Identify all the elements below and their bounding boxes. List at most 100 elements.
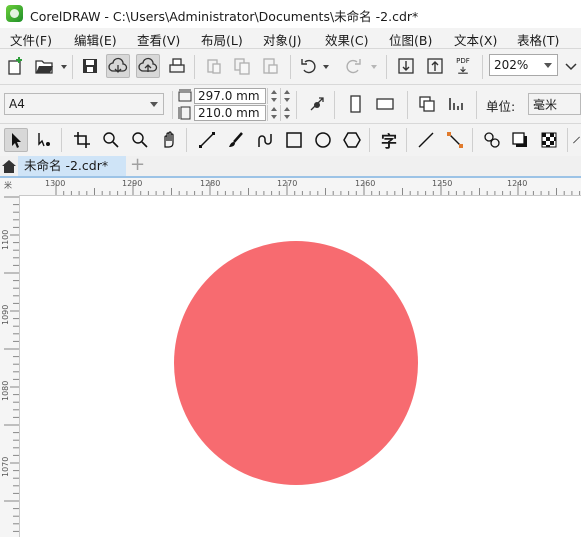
drawing-canvas[interactable] xyxy=(20,196,581,537)
ruler-tick-label: 1080 xyxy=(1,380,10,401)
standard-toolbar: PDF 202% xyxy=(0,48,581,84)
document-tab[interactable]: 未命名 -2.cdr* xyxy=(18,156,126,176)
menu-bitmaps[interactable]: 位图(B) xyxy=(389,30,432,49)
text-tool-icon[interactable]: 字 xyxy=(377,128,401,152)
add-tab-button[interactable]: + xyxy=(130,156,145,174)
units-combo[interactable]: 毫米 xyxy=(528,93,581,115)
height-spin-down-2[interactable] xyxy=(280,113,293,121)
ruler-corner[interactable]: 米 xyxy=(0,178,20,196)
zoom-level-combo[interactable]: 202% xyxy=(489,54,558,76)
ruler-tick-label: 1280 xyxy=(200,179,221,188)
import-icon[interactable] xyxy=(394,54,418,78)
new-document-icon[interactable] xyxy=(4,54,28,78)
menu-bar: 文件(F) 编辑(E) 查看(V) 布局(L) 对象(J) 效果(C) 位图(B… xyxy=(0,28,581,48)
menu-edit[interactable]: 编辑(E) xyxy=(74,30,117,49)
page-height-field[interactable]: 210.0 mm xyxy=(194,105,266,121)
width-spin-down[interactable] xyxy=(267,96,280,104)
chevron-down-icon[interactable] xyxy=(544,63,552,68)
menu-effects[interactable]: 效果(C) xyxy=(325,30,368,49)
window-title: CorelDRAW - C:\Users\Administrator\Docum… xyxy=(30,9,419,24)
zoom-out-icon[interactable] xyxy=(128,128,152,152)
landscape-icon[interactable] xyxy=(373,92,397,116)
horizontal-ruler[interactable]: 1300 1290 1280 1270 1260 1250 1240 xyxy=(19,178,581,196)
width-spin-down-2[interactable] xyxy=(280,96,293,104)
cloud-export-icon[interactable] xyxy=(136,54,160,78)
zoom-tool-icon[interactable] xyxy=(99,128,123,152)
ruler-tick-label: 1100 xyxy=(1,229,10,250)
export-icon[interactable] xyxy=(423,54,447,78)
menu-view[interactable]: 查看(V) xyxy=(137,30,180,49)
pan-tool-icon[interactable] xyxy=(157,128,181,152)
paste-icon[interactable] xyxy=(258,54,282,78)
ruler-tick-label: 1070 xyxy=(1,456,10,477)
document-tab-bar: 未命名 -2.cdr* + xyxy=(0,156,581,178)
page-size-value: A4 xyxy=(9,97,25,111)
more-tools-icon[interactable] xyxy=(572,128,581,152)
polygon-tool-icon[interactable] xyxy=(340,128,364,152)
ruler-unit-label: 米 xyxy=(4,181,12,190)
toolbox: 字 xyxy=(0,123,581,156)
menu-text[interactable]: 文本(X) xyxy=(454,30,497,49)
units-label: 单位: xyxy=(486,99,516,114)
cloud-import-icon[interactable] xyxy=(106,54,130,78)
redo-icon[interactable] xyxy=(341,54,365,78)
width-spin-up[interactable] xyxy=(267,88,280,96)
zoom-level-value: 202% xyxy=(494,58,529,72)
freehand-tool-icon[interactable] xyxy=(195,128,219,152)
ruler-tick-label: 1270 xyxy=(277,179,298,188)
portrait-icon[interactable] xyxy=(343,92,367,116)
coreldraw-logo-icon xyxy=(6,5,23,22)
ruler-tick-label: 1260 xyxy=(355,179,376,188)
menu-table[interactable]: 表格(T) xyxy=(517,30,559,49)
page-height-icon xyxy=(178,106,192,120)
undo-icon[interactable] xyxy=(297,54,321,78)
spiral-icon[interactable] xyxy=(253,128,277,152)
open-dropdown-arrow-icon[interactable] xyxy=(61,65,67,69)
all-pages-icon[interactable] xyxy=(415,92,439,116)
page-width-field[interactable]: 297.0 mm xyxy=(194,88,266,104)
open-folder-icon[interactable] xyxy=(32,54,56,78)
menu-layout[interactable]: 布局(L) xyxy=(201,30,243,49)
title-bar: CorelDRAW - C:\Users\Administrator\Docum… xyxy=(0,0,581,28)
menu-file[interactable]: 文件(F) xyxy=(10,30,52,49)
height-spin-up[interactable] xyxy=(267,105,280,113)
copy-icon[interactable] xyxy=(230,54,254,78)
ruler-tick-label: 1300 xyxy=(45,179,66,188)
shape-tool-icon[interactable] xyxy=(32,128,56,152)
height-spin-up-2[interactable] xyxy=(280,105,293,113)
zoom-to-page-icon[interactable] xyxy=(559,54,581,78)
print-icon[interactable] xyxy=(165,54,189,78)
circle-shape[interactable] xyxy=(174,241,418,485)
vertical-ruler[interactable]: 1100 1090 1080 1070 xyxy=(0,195,20,537)
connector-tool-icon[interactable] xyxy=(414,128,438,152)
artistic-media-icon[interactable] xyxy=(224,128,248,152)
drop-shadow-icon[interactable] xyxy=(508,128,532,152)
property-bar: A4 297.0 mm 210.0 mm 单位: 毫米 xyxy=(0,84,581,123)
height-spin-down[interactable] xyxy=(267,113,280,121)
home-icon[interactable] xyxy=(1,158,17,174)
current-page-icon[interactable] xyxy=(444,92,468,116)
units-value: 毫米 xyxy=(533,97,558,112)
object-origin-icon[interactable] xyxy=(305,92,329,116)
dimension-tool-icon[interactable] xyxy=(443,128,467,152)
page-width-icon xyxy=(178,89,192,103)
undo-dropdown-arrow-icon[interactable] xyxy=(323,65,329,69)
pick-tool-icon[interactable] xyxy=(4,128,28,152)
ruler-tick-label: 1250 xyxy=(432,179,453,188)
menu-object[interactable]: 对象(J) xyxy=(263,30,301,49)
width-spin-up-2[interactable] xyxy=(280,88,293,96)
cut-icon[interactable] xyxy=(202,54,226,78)
pdf-label: PDF xyxy=(456,57,470,65)
chevron-down-icon[interactable] xyxy=(150,102,158,107)
ruler-tick-label: 1290 xyxy=(122,179,143,188)
export-pdf-icon[interactable]: PDF xyxy=(451,54,475,78)
save-icon[interactable] xyxy=(78,54,102,78)
ruler-tick-label: 1240 xyxy=(507,179,528,188)
blend-tool-icon[interactable] xyxy=(480,128,504,152)
rectangle-tool-icon[interactable] xyxy=(282,128,306,152)
page-size-combo[interactable]: A4 xyxy=(4,93,164,115)
transparency-icon[interactable] xyxy=(537,128,561,152)
ellipse-tool-icon[interactable] xyxy=(311,128,335,152)
crop-tool-icon[interactable] xyxy=(70,128,94,152)
redo-dropdown-arrow-icon[interactable] xyxy=(371,65,377,69)
